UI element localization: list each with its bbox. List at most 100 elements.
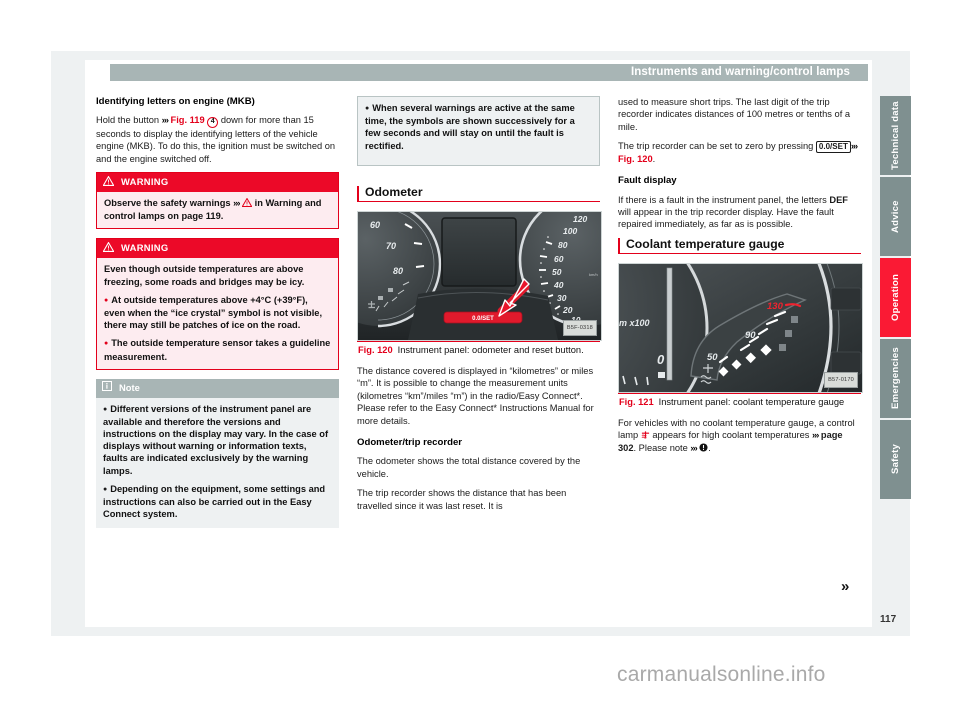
warning-box-1-text: Observe the safety warnings ››› in Warni… bbox=[104, 197, 331, 222]
paragraph-distance-units: The distance covered is displayed in “ki… bbox=[357, 366, 594, 426]
figure-120-image: 60 70 80 120 100 80 60 50 40 30 20 km/h … bbox=[357, 211, 602, 342]
para-text-a: Hold the button bbox=[96, 115, 162, 126]
tab-advice-label: Advice bbox=[890, 200, 901, 233]
svg-text:0.0/SET: 0.0/SET bbox=[472, 316, 494, 322]
paragraph-coolant-control-lamp: For vehicles with no coolant temperature… bbox=[618, 417, 861, 454]
svg-text:80: 80 bbox=[393, 266, 403, 276]
warning-box-2-bullet-2: The outside temperature sensor takes a g… bbox=[104, 337, 331, 362]
fault-code-def: DEF bbox=[829, 194, 848, 205]
paragraph-odometer-total: The odometer shows the total distance co… bbox=[357, 456, 581, 479]
tab-safety[interactable]: Safety bbox=[880, 420, 911, 499]
tab-safety-label: Safety bbox=[890, 444, 901, 475]
tab-technical-data-label: Technical data bbox=[890, 101, 901, 170]
svg-text:0: 0 bbox=[657, 352, 665, 367]
warning-box-2-title: WARNING bbox=[121, 242, 169, 254]
svg-text:50: 50 bbox=[707, 352, 718, 363]
reference-arrow-icon: ››› bbox=[161, 115, 169, 126]
paragraph-fault-display: If there is a fault in the instrument pa… bbox=[618, 194, 861, 231]
svg-text:60: 60 bbox=[554, 254, 564, 264]
figure-120-caption: Fig. 120 Instrument panel: odometer and r… bbox=[357, 341, 600, 357]
svg-text:50: 50 bbox=[552, 267, 562, 277]
warning-box-2: WARNING Even though outside temperatures… bbox=[96, 238, 339, 370]
heading-odometer-trip-recorder: Odometer/trip recorder bbox=[357, 437, 463, 449]
watermark: carmanualsonline.info bbox=[617, 663, 826, 686]
note-box-header: Note bbox=[96, 378, 339, 398]
warn1-text-a: Observe the safety warnings bbox=[104, 198, 234, 209]
coolant-temp-lamp-icon bbox=[641, 430, 650, 440]
coolant-text-b: appears for high coolant temperatures bbox=[649, 430, 813, 441]
svg-text:70: 70 bbox=[386, 241, 396, 251]
paragraph-trip-recorder: The trip recorder shows the distance tha… bbox=[357, 488, 567, 511]
warning-box-2-body: Even though outside temperatures are abo… bbox=[97, 258, 338, 368]
figure-121-caption-text: Instrument panel: coolant temperature ga… bbox=[658, 397, 845, 408]
svg-text:20: 20 bbox=[562, 305, 573, 315]
svg-text:120: 120 bbox=[573, 214, 587, 224]
warning-box-1-body: Observe the safety warnings ››› in Warni… bbox=[97, 192, 338, 228]
note-exclamation-icon bbox=[699, 443, 708, 453]
paragraph-reset-trip: The trip recorder can be set to zero by … bbox=[618, 140, 858, 164]
warning-box-2-paragraph: Even though outside temperatures are abo… bbox=[104, 264, 305, 287]
svg-text:m x100: m x100 bbox=[619, 318, 650, 328]
svg-text:80: 80 bbox=[558, 240, 568, 250]
svg-text:km/h: km/h bbox=[589, 272, 598, 277]
reset-text-a: The trip recorder can be set to zero by … bbox=[618, 141, 816, 152]
svg-text:40: 40 bbox=[553, 280, 564, 290]
figure-120-code: B5F-0318 bbox=[562, 319, 597, 337]
manual-page-screenshot: Instruments and warning/control lamps Id… bbox=[0, 0, 960, 708]
column-right: used to measure short trips. The last di… bbox=[618, 96, 863, 461]
figure-120-caption-text: Instrument panel: odometer and reset but… bbox=[397, 345, 584, 356]
reference-arrow-icon: ››› bbox=[850, 141, 858, 152]
tab-operation[interactable]: Operation bbox=[880, 258, 911, 337]
fault-text-a: If there is a fault in the instrument pa… bbox=[618, 194, 830, 205]
figure-121-caption: Fig. 121 Instrument panel: coolant temper… bbox=[618, 393, 861, 409]
page-number: 117 bbox=[880, 614, 897, 625]
tab-emergencies[interactable]: Emergencies bbox=[880, 339, 911, 418]
tab-advice[interactable]: Advice bbox=[880, 177, 911, 256]
figure-120: 60 70 80 120 100 80 60 50 40 30 20 km/h … bbox=[357, 211, 602, 357]
coolant-text-d: . bbox=[708, 442, 711, 453]
paragraph-short-trips: used to measure short trips. The last di… bbox=[618, 97, 851, 132]
note-bullet-1: Different versions of the instrument pan… bbox=[103, 403, 332, 477]
heading-fault-display: Fault display bbox=[618, 175, 677, 187]
callout-number-4: 4 bbox=[207, 116, 219, 128]
warning-box-2-header: WARNING bbox=[97, 239, 338, 259]
reference-arrow-icon: ››› bbox=[233, 198, 240, 209]
section-heading-coolant-temperature: Coolant temperature gauge bbox=[618, 237, 861, 255]
page-title: Instruments and warning/control lamps bbox=[630, 66, 850, 78]
info-icon bbox=[102, 381, 112, 394]
figure-120-number: Fig. 120 bbox=[358, 345, 393, 356]
tab-technical-data[interactable]: Technical data bbox=[880, 96, 911, 175]
figure-reference-119[interactable]: Fig. 119 bbox=[171, 115, 205, 125]
note-box: Note Different versions of the instrumen… bbox=[96, 378, 339, 528]
heading-identifying-letters: Identifying letters on engine (MKB) bbox=[96, 96, 255, 107]
warning-box-1-title: WARNING bbox=[121, 176, 169, 188]
note-box-title: Note bbox=[119, 381, 140, 393]
svg-text:100: 100 bbox=[563, 226, 577, 236]
figure-reference-120[interactable]: Fig. 120 bbox=[618, 154, 653, 164]
warning-box-1: WARNING Observe the safety warnings ››› … bbox=[96, 172, 339, 230]
warning-triangle-icon bbox=[102, 241, 115, 255]
info-box-multiple-warnings: When several warnings are active at the … bbox=[357, 96, 600, 166]
figure-121-number: Fig. 121 bbox=[619, 397, 654, 408]
note-bullet-2: Depending on the equipment, some setting… bbox=[103, 483, 332, 521]
svg-text:130: 130 bbox=[767, 301, 784, 312]
figure-121: m x100 0 130 90 50 B57-0170 Fig. 121 Ins… bbox=[618, 263, 863, 409]
column-left: Identifying letters on engine (MKB) Hold… bbox=[96, 96, 339, 537]
warning-box-2-bullet-1: At outside temperatures above +4°C (+39°… bbox=[104, 294, 331, 332]
section-tabs: Technical data Advice Operation Emergenc… bbox=[880, 96, 911, 501]
figure-121-image: m x100 0 130 90 50 B57-0170 bbox=[618, 263, 863, 394]
reset-button-keycap[interactable]: 0.0/SET bbox=[815, 140, 851, 153]
reference-arrow-icon: ››› bbox=[690, 442, 697, 453]
reference-arrow-icon: ››› bbox=[812, 430, 819, 441]
column-middle: When several warnings are active at the … bbox=[357, 96, 602, 519]
note-box-body: Different versions of the instrument pan… bbox=[96, 398, 339, 528]
coolant-text-c: . Please note bbox=[633, 442, 691, 453]
figure-121-code: B57-0170 bbox=[824, 371, 858, 389]
warning-triangle-icon-red bbox=[241, 197, 253, 210]
info-box-bullet: When several warnings are active at the … bbox=[365, 102, 592, 152]
warning-triangle-icon bbox=[102, 175, 115, 189]
section-heading-odometer: Odometer bbox=[357, 185, 600, 203]
svg-text:30: 30 bbox=[557, 293, 567, 303]
tab-emergencies-label: Emergencies bbox=[890, 347, 901, 410]
continuation-marker: » bbox=[841, 578, 849, 595]
